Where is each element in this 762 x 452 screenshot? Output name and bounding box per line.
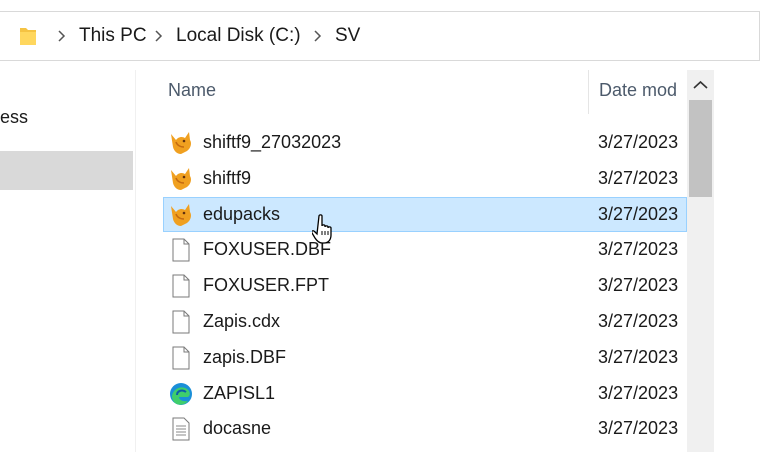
file-name: edupacks [203, 204, 281, 224]
file-name: docasne [203, 418, 272, 438]
file-date-modified: 3/27/2023 [598, 347, 679, 367]
column-header-date-modified[interactable]: Date mod [599, 80, 677, 101]
file-date-modified: 3/27/2023 [598, 204, 679, 224]
blank-file-icon [168, 309, 194, 335]
chevron-right-icon [155, 30, 163, 42]
sidebar-item-selected[interactable] [0, 151, 133, 190]
breadcrumb-this-pc[interactable]: This PC [79, 24, 147, 48]
file-row[interactable]: Zapis.cdx 3/27/2023 [163, 304, 687, 339]
file-name: ZAPISL1 [203, 383, 276, 403]
chevron-right-icon [314, 30, 322, 42]
file-name: shiftf9 [203, 168, 252, 188]
file-row[interactable]: shiftf9_27032023 3/27/2023 [163, 125, 687, 160]
breadcrumb-local-disk[interactable]: Local Disk (C:) [176, 24, 301, 48]
file-row[interactable]: shiftf9 3/27/2023 [163, 161, 687, 196]
column-header-name[interactable]: Name [168, 80, 216, 101]
file-name: Zapis.cdx [203, 311, 281, 331]
hand-cursor-icon [312, 214, 332, 244]
chevron-right-icon [58, 30, 66, 42]
file-name: FOXUSER.FPT [203, 275, 330, 295]
file-row[interactable]: ZAPISL1 3/27/2023 [163, 376, 687, 411]
address-bar[interactable]: This PC Local Disk (C:) SV [0, 11, 760, 61]
file-row[interactable]: docasne 3/27/2023 [163, 411, 687, 446]
sidebar-item-quick-access[interactable]: ess [0, 107, 28, 128]
column-separator[interactable] [588, 70, 589, 114]
file-date-modified: 3/27/2023 [598, 239, 679, 259]
file-row[interactable]: FOXUSER.FPT 3/27/2023 [163, 268, 687, 303]
blank-file-icon [168, 273, 194, 299]
pane-divider [135, 70, 136, 452]
blank-file-icon [168, 345, 194, 371]
file-date-modified: 3/27/2023 [598, 418, 679, 438]
breadcrumb-sv[interactable]: SV [335, 24, 360, 48]
file-date-modified: 3/27/2023 [598, 168, 679, 188]
file-row[interactable]: zapis.DBF 3/27/2023 [163, 340, 687, 375]
file-name: zapis.DBF [203, 347, 287, 367]
foxpro-icon [168, 166, 194, 192]
text-file-icon [168, 416, 194, 442]
scroll-up-arrow-icon[interactable] [687, 75, 714, 95]
scroll-thumb[interactable] [689, 100, 712, 197]
file-date-modified: 3/27/2023 [598, 275, 679, 295]
blank-file-icon [168, 237, 194, 263]
foxpro-icon [168, 130, 194, 156]
file-date-modified: 3/27/2023 [598, 311, 679, 331]
folder-icon [20, 28, 36, 45]
file-name: shiftf9_27032023 [203, 132, 342, 152]
file-date-modified: 3/27/2023 [598, 383, 679, 403]
vertical-scrollbar[interactable] [687, 70, 714, 452]
foxpro-icon [168, 202, 194, 228]
file-date-modified: 3/27/2023 [598, 132, 679, 152]
file-row[interactable]: edupacks 3/27/2023 [163, 197, 687, 232]
edge-icon [168, 381, 194, 407]
file-row[interactable]: FOXUSER.DBF 3/27/2023 [163, 232, 687, 267]
